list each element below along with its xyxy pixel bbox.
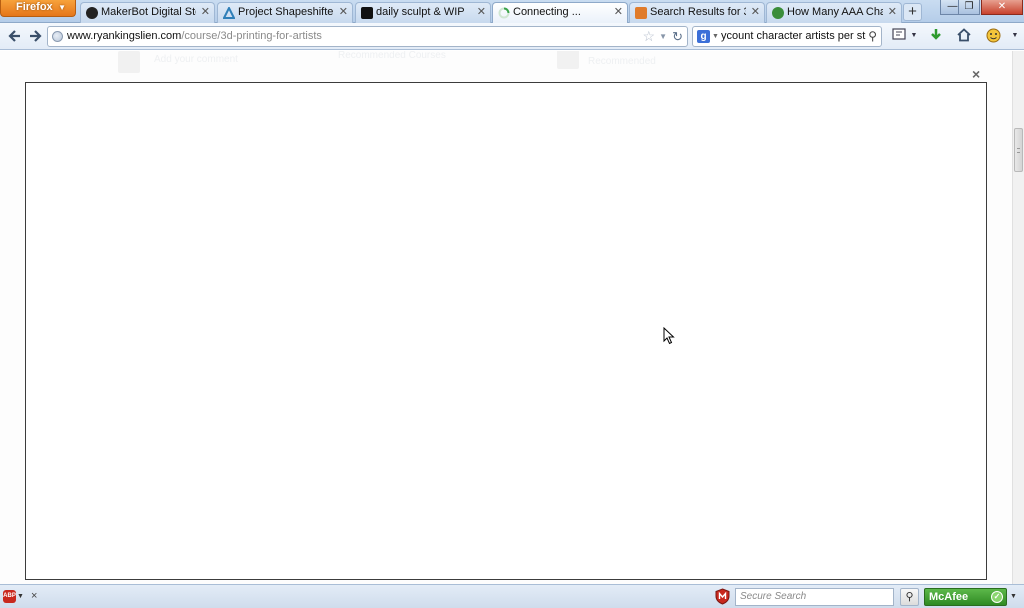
addon-face-icon[interactable]: [984, 28, 1002, 45]
url-text: www.ryankingslien.com/course/3d-printing…: [67, 27, 322, 46]
tab-daily-sculpt[interactable]: daily sculpt & WIP ✕: [355, 2, 491, 23]
ghost-text: Recommended: [588, 56, 656, 67]
back-button[interactable]: [5, 27, 25, 46]
forum-icon: [361, 7, 373, 19]
modal-close-button[interactable]: ×: [972, 67, 980, 81]
search-results-icon: [635, 7, 647, 19]
tab-label: Search Results for 3d p...: [650, 6, 746, 18]
grip-icon: [1017, 148, 1020, 153]
firefox-menu-label: Firefox: [16, 1, 53, 13]
close-icon[interactable]: ✕: [888, 3, 897, 22]
close-icon[interactable]: ✕: [477, 3, 486, 22]
window-close-button[interactable]: ✕: [981, 0, 1023, 15]
chevron-down-icon[interactable]: ▼: [712, 27, 719, 46]
mcafee-shield-icon[interactable]: [715, 588, 730, 605]
tab-label: daily sculpt & WIP: [376, 6, 465, 18]
tab-aaa-characters[interactable]: How Many AAA Chara... ✕: [766, 2, 902, 23]
close-icon[interactable]: ✕: [201, 3, 210, 22]
url-host: www.ryankingslien.com: [67, 30, 182, 42]
close-icon[interactable]: ✕: [339, 3, 348, 22]
tab-label: Project Shapeshifter: [238, 6, 334, 18]
autodesk-icon: [222, 5, 236, 19]
avatar: [118, 51, 140, 73]
vertical-scrollbar[interactable]: [1012, 51, 1024, 584]
arrow-left-icon: [8, 30, 20, 42]
adblock-icon[interactable]: ABP: [3, 590, 16, 603]
url-path: /course/3d-printing-for-artists: [181, 30, 322, 42]
search-query[interactable]: ycount character artists per studio: [721, 27, 866, 46]
chevron-down-icon[interactable]: ▼: [1010, 590, 1017, 603]
addon-bar: ABP ▼ × Secure Search ⚲ McAfee ✓ ▼: [0, 584, 1024, 608]
makerbot-icon: [86, 7, 98, 19]
close-icon[interactable]: ✕: [751, 3, 760, 22]
search-bar[interactable]: g ▼ ycount character artists per studio …: [692, 26, 882, 47]
download-icon[interactable]: [927, 28, 945, 45]
home-icon[interactable]: [955, 28, 973, 45]
navigation-toolbar: www.ryankingslien.com/course/3d-printing…: [0, 23, 1024, 50]
chevron-down-icon[interactable]: ▼: [1006, 28, 1024, 45]
scrollbar-thumb[interactable]: [1014, 128, 1023, 172]
ghost-text: Add your comment: [154, 54, 238, 65]
search-icon[interactable]: ⚲: [900, 588, 919, 606]
tab-makerbot[interactable]: MakerBot Digital Store ✕: [80, 2, 215, 23]
page-content: Add your comment Recommended Courses Rec…: [0, 51, 1012, 584]
tab-shapeshifter[interactable]: Project Shapeshifter ✕: [217, 2, 353, 23]
tab-connecting[interactable]: Connecting ... ✕: [492, 2, 628, 24]
close-addon-bar-button[interactable]: ×: [31, 589, 37, 603]
tab-strip: Firefox ▼ MakerBot Digital Store ✕ Proje…: [0, 0, 1024, 24]
loading-spinner-icon: [498, 7, 510, 19]
mouse-cursor-icon: [663, 327, 675, 345]
arrow-right-icon: [30, 30, 42, 42]
address-bar[interactable]: www.ryankingslien.com/course/3d-printing…: [47, 26, 688, 47]
mcafee-status-button[interactable]: McAfee ✓: [924, 588, 1007, 606]
ghost-text: Recommended Courses: [338, 51, 446, 61]
check-icon: ✓: [991, 591, 1003, 603]
search-icon[interactable]: ⚲: [868, 27, 877, 46]
tab-search-results[interactable]: Search Results for 3d p... ✕: [629, 2, 765, 23]
new-tab-button[interactable]: +: [903, 3, 922, 21]
chevron-down-icon: ▼: [58, 3, 66, 12]
avatar: [557, 51, 579, 69]
firefox-menu-button[interactable]: Firefox ▼: [0, 0, 76, 17]
google-icon[interactable]: g: [697, 30, 710, 43]
chevron-down-icon[interactable]: ▼: [659, 28, 667, 46]
restore-button[interactable]: ❐: [958, 0, 980, 15]
tab-label: MakerBot Digital Store: [101, 6, 196, 18]
site-icon: [772, 7, 784, 19]
globe-icon: [52, 31, 63, 42]
close-icon[interactable]: ✕: [614, 3, 623, 22]
mcafee-label: McAfee: [929, 591, 969, 603]
tab-label: How Many AAA Chara...: [787, 6, 883, 18]
secure-search-input[interactable]: Secure Search: [735, 588, 894, 606]
tab-label: Connecting ...: [513, 6, 581, 18]
reload-icon[interactable]: ↻: [672, 28, 683, 45]
chevron-down-icon[interactable]: ▼: [17, 590, 24, 603]
modal-dialog: [25, 82, 987, 580]
bookmark-star-icon[interactable]: ☆: [642, 28, 655, 45]
forward-button[interactable]: [25, 27, 45, 46]
chevron-down-icon[interactable]: ▼: [905, 28, 923, 45]
